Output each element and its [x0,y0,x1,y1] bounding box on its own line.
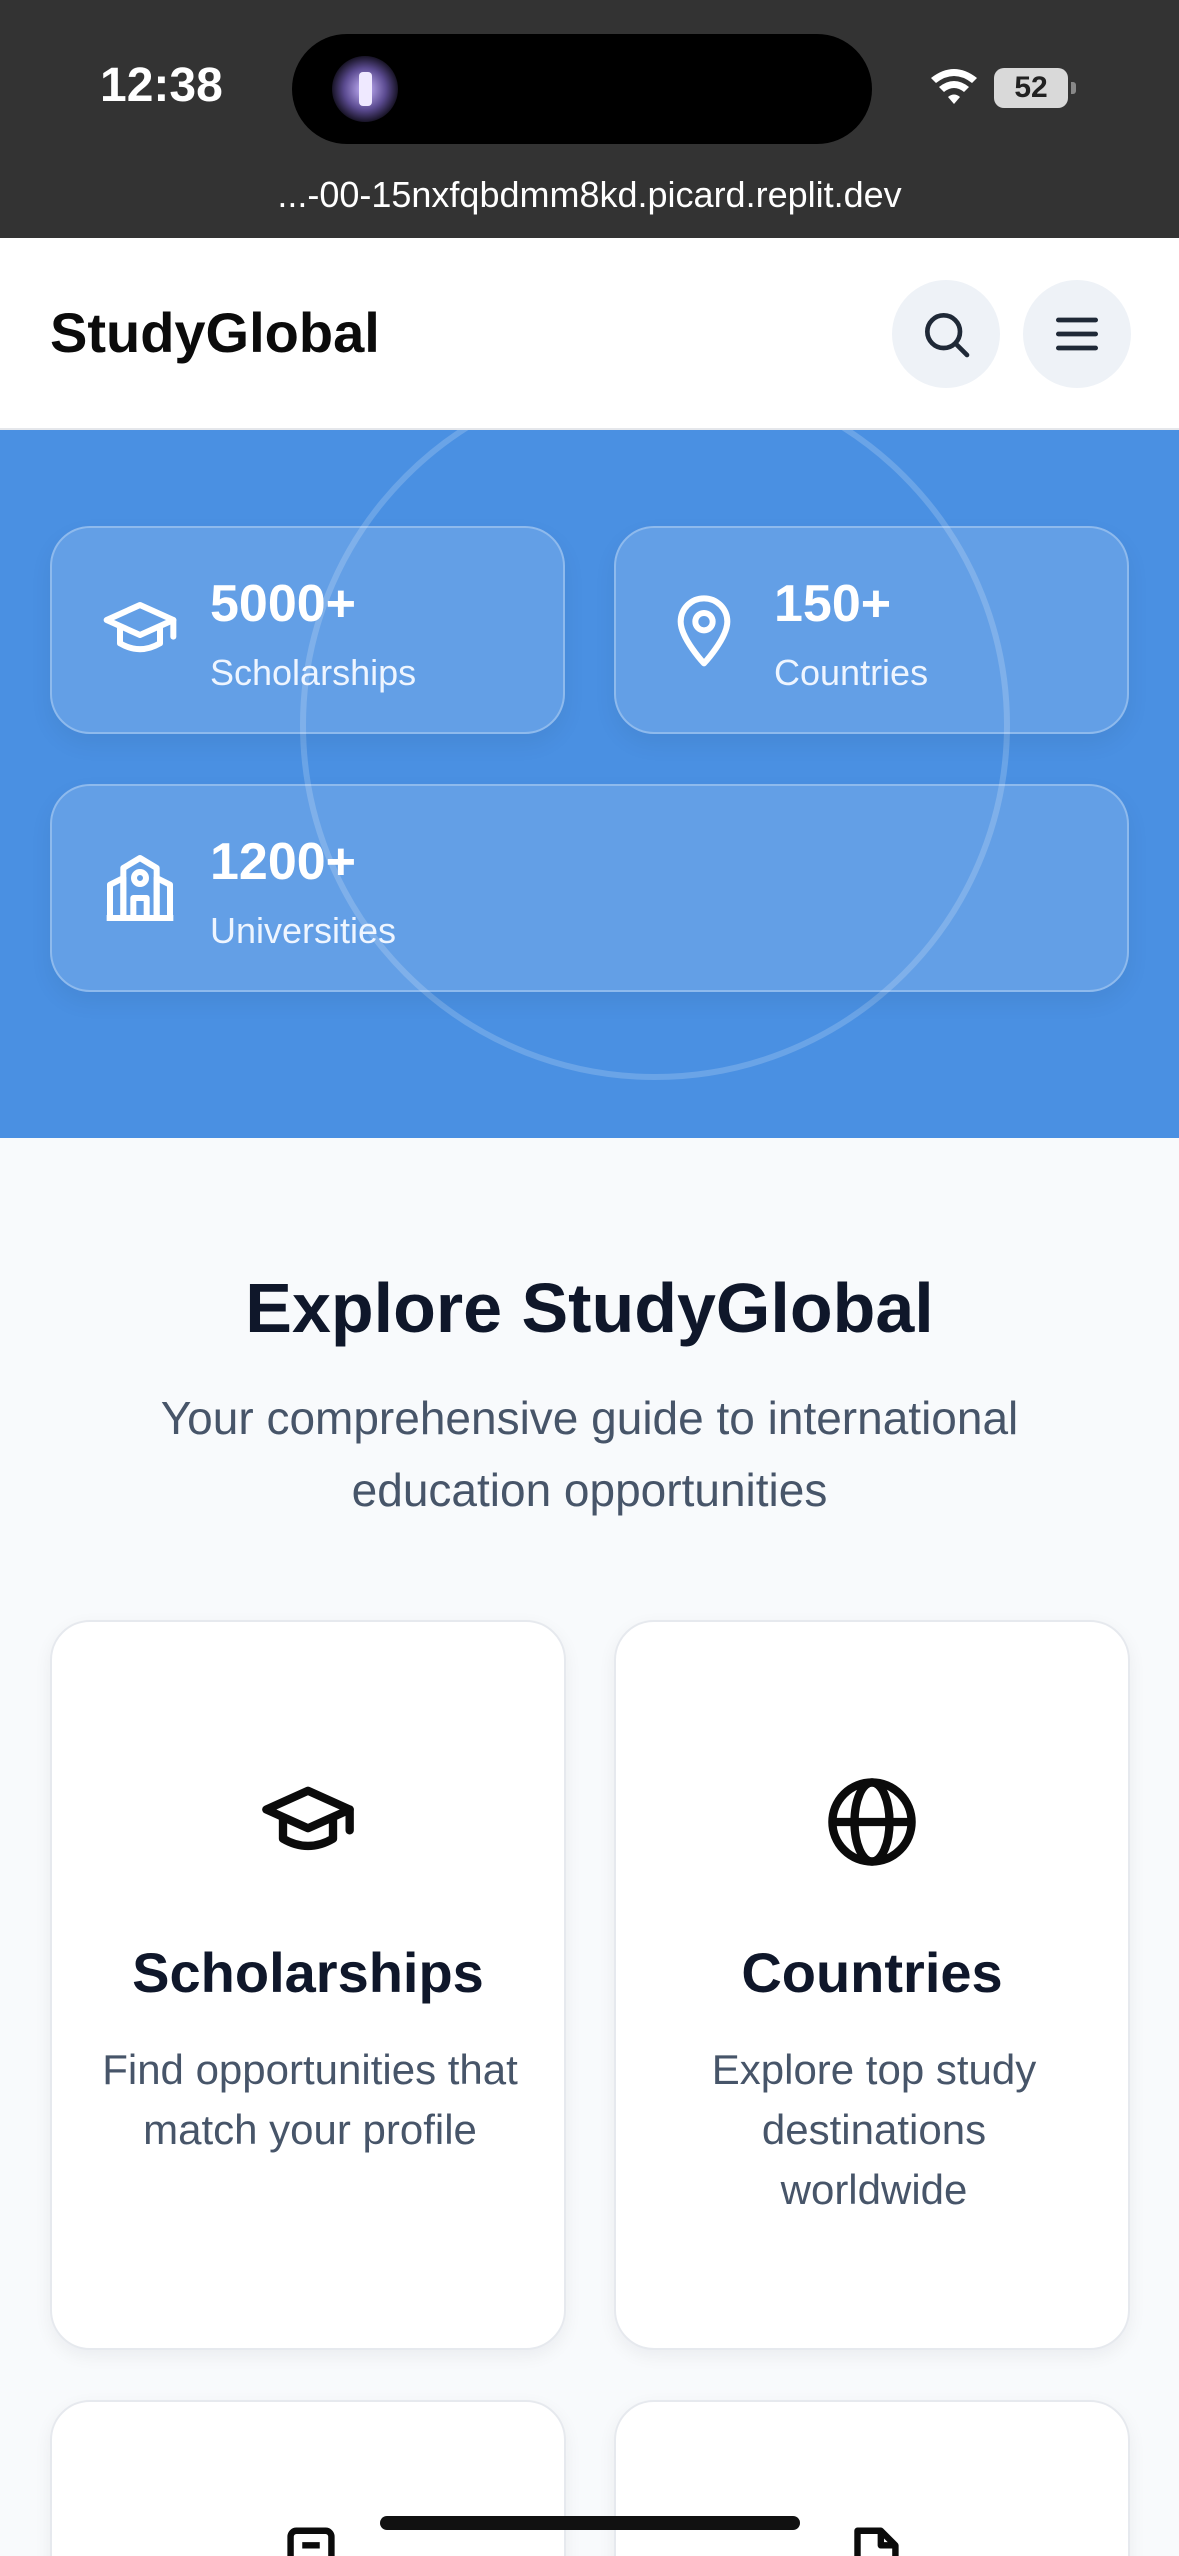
feature-card-countries[interactable]: Countries Explore top study destinations… [614,1620,1130,2350]
graduation-cap-icon [103,602,177,653]
browser-url[interactable]: ...-00-15nxfqbdmm8kd.picard.replit.dev [0,174,1179,216]
card-description: Explore top study destinations worldwide [711,2046,1037,2213]
menu-icon [1056,317,1098,351]
school-building-icon [106,855,174,921]
stat-label: Countries [774,652,929,693]
document-icon [287,2527,335,2556]
stat-label: Scholarships [210,652,417,693]
battery-indicator: 52 [994,68,1076,108]
app-header: StudyGlobal [0,238,1179,430]
wifi-icon [931,69,977,104]
card-title: Scholarships [132,1941,484,2004]
home-indicator[interactable] [380,2516,800,2530]
flashlight-icon [332,56,398,122]
stat-card-countries: 150+ Countries [614,526,1129,734]
stat-label: Universities [210,910,397,951]
hero-stats-section: 5000+ Scholarships 150+ Countries 1200+ … [0,430,1179,1138]
dynamic-island [292,34,872,144]
status-time: 12:38 [100,59,223,112]
menu-button[interactable] [1023,280,1131,388]
feature-card-scholarships[interactable]: Scholarships Find opportunities that mat… [50,1620,566,2350]
file-icon [854,2527,899,2556]
card-title: Countries [741,1941,1003,2004]
card-description: Find opportunities that match your profi… [102,2046,518,2153]
feature-card-partial[interactable] [614,2400,1130,2556]
status-bar: 12:38 52 ...-00-15nxfqbdmm8kd.picard.rep… [0,0,1179,238]
stat-card-scholarships: 5000+ Scholarships [50,526,565,734]
stat-value: 1200+ [210,833,357,891]
section-title: Explore StudyGlobal [245,1269,934,1347]
brand-logo-text[interactable]: StudyGlobal [50,300,380,365]
graduation-cap-icon [262,1786,354,1851]
location-pin-icon [677,595,731,667]
stat-value: 5000+ [210,575,357,633]
feature-card-partial[interactable] [50,2400,566,2556]
search-icon [925,313,970,358]
section-subtitle: Your comprehensive guide to internationa… [160,1392,1019,1516]
stat-card-universities: 1200+ Universities [50,784,1129,992]
search-button[interactable] [892,280,1000,388]
globe-icon [828,1778,916,1866]
stat-value: 150+ [774,575,892,633]
